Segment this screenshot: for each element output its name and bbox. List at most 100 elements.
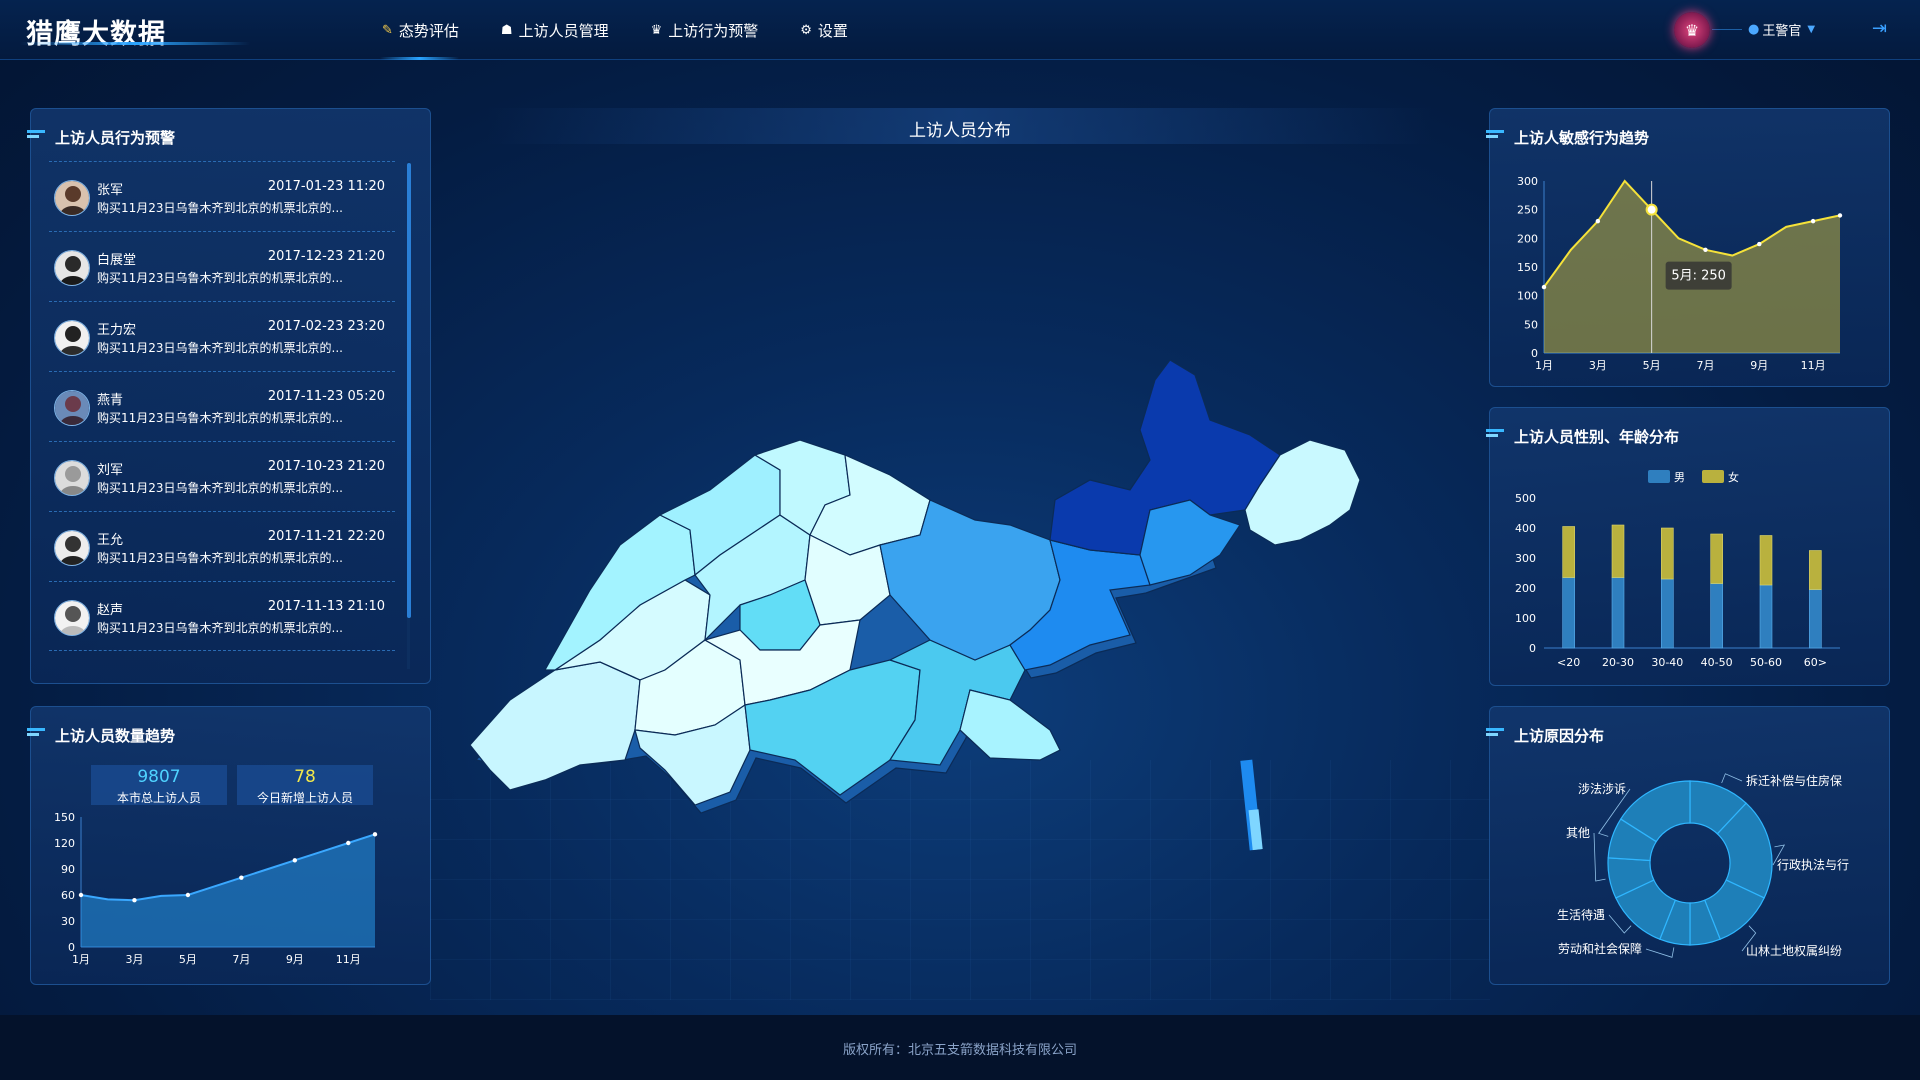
reason-panel: 上访原因分布 拆迁补偿与住房保 行政执法与行 山林土地权属纠纷 劳动和社会保障 生活待遇… bbox=[1486, 706, 1890, 985]
alert-time: 2017-02-23 23:20 bbox=[267, 319, 385, 334]
alert-desc: 购买11月23日乌鲁木齐到北京的机票北京的... bbox=[97, 481, 343, 495]
top-navbar: 猎鹰大数据 ✎ 态势评估 ☗ 上访人员管理 ♛ 上访行为预警 ⚙ 设置 ♛ ● … bbox=[0, 0, 1920, 60]
panel-title: 上访人员性别、年龄分布 bbox=[1514, 428, 1680, 446]
x-tick-label: 5月 bbox=[179, 953, 197, 966]
stat-today-value: 78 bbox=[294, 767, 316, 787]
panel-title-marker bbox=[1486, 429, 1504, 441]
y-tick-label: 30 bbox=[61, 915, 75, 928]
alert-desc: 购买11月23日乌鲁木齐到北京的机票北京的... bbox=[97, 551, 343, 565]
x-tick-label: 5月 bbox=[1643, 359, 1661, 372]
alert-time: 2017-12-23 21:20 bbox=[267, 249, 385, 264]
data-point bbox=[1837, 213, 1843, 218]
nav-item-label: 上访行为预警 bbox=[668, 21, 759, 40]
alert-panel: 上访人员行为预警 张军 2017-01-23 11:20 购买11月23日乌鲁木… bbox=[27, 108, 431, 684]
x-tick-label: 1月 bbox=[72, 953, 90, 966]
data-point bbox=[1757, 241, 1762, 247]
list-item[interactable]: 燕青 2017-11-23 05:20 购买11月23日乌鲁木齐到北京的机票北京… bbox=[49, 371, 395, 441]
avatar bbox=[54, 250, 90, 286]
pie-label-line bbox=[1593, 832, 1606, 882]
avatar bbox=[54, 180, 90, 216]
user-icon: ● bbox=[1748, 22, 1760, 37]
tooltip-point bbox=[1645, 203, 1658, 216]
x-tick-label: 7月 bbox=[1696, 359, 1714, 372]
alert-time: 2017-11-23 05:20 bbox=[267, 389, 385, 404]
list-item[interactable]: 张军 2017-01-23 11:20 购买11月23日乌鲁木齐到北京的机票北京… bbox=[49, 161, 395, 231]
y-tick-label: 300 bbox=[1515, 552, 1536, 565]
gear-icon: ⚙ bbox=[800, 22, 812, 38]
panel-title: 上访人敏感行为趋势 bbox=[1514, 129, 1650, 147]
data-point bbox=[1595, 218, 1601, 224]
alert-name: 张军 bbox=[97, 183, 124, 198]
alert-time: 2017-01-23 11:20 bbox=[267, 179, 385, 194]
scrollbar-thumb[interactable] bbox=[407, 163, 411, 618]
nav-item-petitioner-management[interactable]: ☗ 上访人员管理 bbox=[489, 0, 639, 60]
tooltip-text: 5月: 250 bbox=[1671, 269, 1726, 284]
map-region bbox=[469, 661, 641, 791]
x-tick-label: 9月 bbox=[1750, 359, 1768, 372]
avatar bbox=[54, 390, 90, 426]
bar-segment bbox=[1562, 526, 1575, 578]
pie-label-line bbox=[1608, 914, 1632, 934]
data-point bbox=[239, 875, 244, 880]
panel-title-marker bbox=[1486, 130, 1504, 142]
nav-item-situation[interactable]: ✎ 态势评估 bbox=[370, 0, 489, 60]
y-tick-label: 90 bbox=[61, 863, 75, 876]
nav-item-settings[interactable]: ⚙ 设置 bbox=[788, 0, 878, 60]
pie-label-line bbox=[1645, 947, 1675, 958]
alert-desc: 购买11月23日乌鲁木齐到北京的机票北京的... bbox=[97, 341, 343, 355]
bar-segment bbox=[1710, 583, 1723, 649]
y-tick-label: 0 bbox=[1529, 642, 1536, 655]
stat-total-value: 9807 bbox=[137, 767, 181, 787]
x-tick-label: 1月 bbox=[1535, 359, 1553, 372]
x-tick-label: 3月 bbox=[1589, 359, 1607, 372]
list-item[interactable]: 赵声 2017-11-13 21:10 购买11月23日乌鲁木齐到北京的机票北京… bbox=[49, 581, 395, 651]
bar-segment bbox=[1562, 577, 1575, 649]
logout-icon[interactable]: ⇥ bbox=[1872, 18, 1887, 39]
list-item[interactable]: 白展堂 2017-12-23 21:20 购买11月23日乌鲁木齐到北京的机票北… bbox=[49, 231, 395, 301]
alert-time: 2017-11-13 21:10 bbox=[267, 599, 385, 614]
chevron-down-icon: ▼ bbox=[1807, 24, 1816, 35]
panel-title-marker bbox=[27, 728, 45, 740]
user-name: 王警官 bbox=[1762, 24, 1802, 39]
alert-desc: 购买11月23日乌鲁木齐到北京的机票北京的... bbox=[97, 271, 343, 285]
y-tick-label: 50 bbox=[1524, 318, 1538, 331]
alert-name: 王允 bbox=[97, 533, 124, 548]
pie-label: 涉法涉诉 bbox=[1578, 782, 1626, 796]
app-logo: 猎鹰大数据 bbox=[26, 19, 166, 50]
region-map bbox=[469, 359, 1361, 851]
x-tick-label: 7月 bbox=[232, 953, 250, 966]
map-region bbox=[959, 689, 1061, 761]
list-item[interactable]: 刘军 2017-10-23 21:20 购买11月23日乌鲁木齐到北京的机票北京… bbox=[49, 441, 395, 511]
panel-title: 上访原因分布 bbox=[1514, 727, 1605, 745]
police-badge-icon[interactable]: ♛ bbox=[1674, 12, 1710, 48]
main-nav: ✎ 态势评估 ☗ 上访人员管理 ♛ 上访行为预警 ⚙ 设置 bbox=[370, 0, 878, 60]
y-tick-label: 100 bbox=[1517, 290, 1538, 303]
list-item[interactable]: 王允 2017-11-21 22:20 购买11月23日乌鲁木齐到北京的机票北京… bbox=[49, 511, 395, 581]
alert-name: 燕青 bbox=[97, 393, 124, 408]
nav-item-label: 设置 bbox=[817, 21, 848, 40]
bar-segment bbox=[1809, 550, 1822, 590]
edit-icon: ✎ bbox=[382, 22, 393, 38]
bar-segment bbox=[1661, 527, 1674, 580]
avatar bbox=[54, 530, 90, 566]
data-point bbox=[1541, 284, 1547, 290]
avatar bbox=[54, 320, 90, 356]
legend-swatch bbox=[1702, 470, 1724, 483]
gender-age-chart: 男 女 0 100 200 300 400 500 <20 20-30 30-40 40-50 50-6… bbox=[1515, 470, 1840, 669]
bar-segment bbox=[1710, 533, 1723, 584]
data-point bbox=[346, 840, 351, 846]
data-point bbox=[292, 858, 298, 863]
pie-label: 拆迁补偿与住房保 bbox=[1746, 773, 1842, 788]
pie-label: 生活待遇 bbox=[1557, 908, 1605, 922]
list-item[interactable]: 王力宏 2017-02-23 23:20 购买11月23日乌鲁木齐到北京的机票北… bbox=[49, 301, 395, 371]
user-menu[interactable]: ● 王警官 ▼ bbox=[1748, 20, 1815, 39]
bar-segment bbox=[1661, 578, 1674, 649]
logo-underline bbox=[20, 42, 250, 45]
map-title: 上访人员分布 bbox=[909, 121, 1011, 141]
legend-swatch bbox=[1648, 470, 1670, 483]
pie-label: 劳动和社会保障 bbox=[1558, 941, 1642, 956]
bar-segment bbox=[1759, 535, 1773, 586]
bar-segment bbox=[1809, 589, 1822, 649]
nav-item-behavior-warning[interactable]: ♛ 上访行为预警 bbox=[639, 0, 789, 60]
bar-segment bbox=[1759, 584, 1773, 649]
